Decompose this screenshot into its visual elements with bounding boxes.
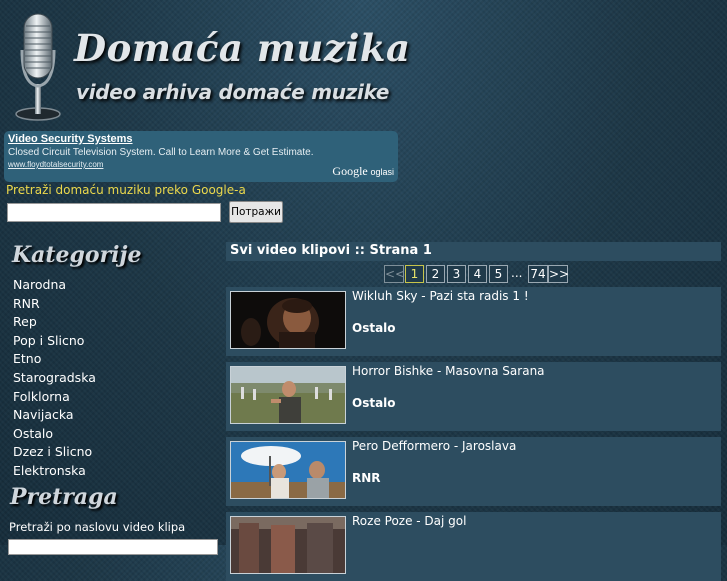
google-ads-suffix: oglasi (370, 167, 394, 177)
pagination-next-button[interactable]: >> (548, 265, 569, 283)
video-title-link[interactable]: Wikluh Sky - Pazi sta radis 1 ! (352, 289, 529, 303)
video-list-item[interactable]: Wikluh Sky - Pazi sta radis 1 ! Ostalo (226, 287, 721, 356)
site-title[interactable]: Domaća muzika (74, 26, 411, 70)
pagination-page[interactable]: 3 (447, 265, 466, 283)
category-link[interactable]: Rep (13, 313, 96, 332)
video-thumbnail[interactable] (230, 366, 346, 424)
video-title-link[interactable]: Roze Poze - Daj gol (352, 514, 466, 528)
title-search-input[interactable] (8, 539, 218, 555)
category-link[interactable]: Navijacka (13, 406, 96, 425)
title-search-label: Pretraži po naslovu video klipa (9, 520, 186, 534)
site-subtitle: video arhiva domaće muzike (76, 80, 390, 104)
pagination-page[interactable]: 5 (489, 265, 508, 283)
video-thumbnail[interactable] (230, 441, 346, 499)
google-search-label: Pretraži domaću muziku preko Google-a (6, 183, 246, 197)
category-link[interactable]: Dzez i Slicno (13, 443, 96, 462)
google-ad-box[interactable]: Video Security Systems Closed Circuit Te… (4, 131, 398, 182)
categories-heading: Kategorije (12, 242, 142, 268)
microphone-icon (15, 13, 61, 121)
video-title-link[interactable]: Pero Defformero - Jaroslava (352, 439, 516, 453)
pagination-page-current[interactable]: 1 (405, 265, 424, 283)
video-category: Ostalo (352, 321, 396, 335)
pagination-page[interactable]: 4 (468, 265, 487, 283)
category-list: Narodna RNR Rep Pop i Slicno Etno Starog… (13, 276, 96, 481)
category-link[interactable]: Pop i Slicno (13, 332, 96, 351)
category-link[interactable]: RNR (13, 295, 96, 314)
pagination-last-page[interactable]: 74 (528, 265, 548, 283)
ad-title-link[interactable]: Video Security Systems (8, 133, 133, 145)
video-title-link[interactable]: Horror Bishke - Masovna Sarana (352, 364, 545, 378)
section-header: Svi video klipovi :: Strana 1 (226, 242, 721, 261)
pagination-ellipsis: ... (511, 266, 523, 280)
google-search-input[interactable] (7, 203, 221, 222)
ad-url-link[interactable]: www.floydtotalsecurity.com (8, 160, 103, 169)
category-link[interactable]: Narodna (13, 276, 96, 295)
google-ads-brand: Google (332, 164, 368, 178)
section-title: Svi video klipovi :: Strana 1 (230, 243, 432, 258)
ad-description: Closed Circuit Television System. Call t… (8, 147, 314, 158)
category-link[interactable]: Ostalo (13, 425, 96, 444)
video-list-item[interactable]: Horror Bishke - Masovna Sarana Ostalo (226, 362, 721, 431)
category-link[interactable]: Starogradska (13, 369, 96, 388)
pagination-page[interactable]: 2 (426, 265, 445, 283)
video-thumbnail[interactable] (230, 291, 346, 349)
google-ads-badge[interactable]: Google oglasi (332, 164, 394, 179)
category-link[interactable]: Elektronska (13, 462, 96, 481)
category-link[interactable]: Etno (13, 350, 96, 369)
category-link[interactable]: Folklorna (13, 388, 96, 407)
pagination-prev-button[interactable]: << (384, 265, 405, 283)
video-thumbnail[interactable] (230, 516, 346, 574)
video-list-item[interactable]: Roze Poze - Daj gol (226, 512, 721, 581)
search-heading: Pretraga (10, 484, 118, 510)
video-category: RNR (352, 471, 381, 485)
google-search-button[interactable]: Потражи (229, 201, 283, 223)
video-category: Ostalo (352, 396, 396, 410)
video-list-item[interactable]: Pero Defformero - Jaroslava RNR (226, 437, 721, 506)
